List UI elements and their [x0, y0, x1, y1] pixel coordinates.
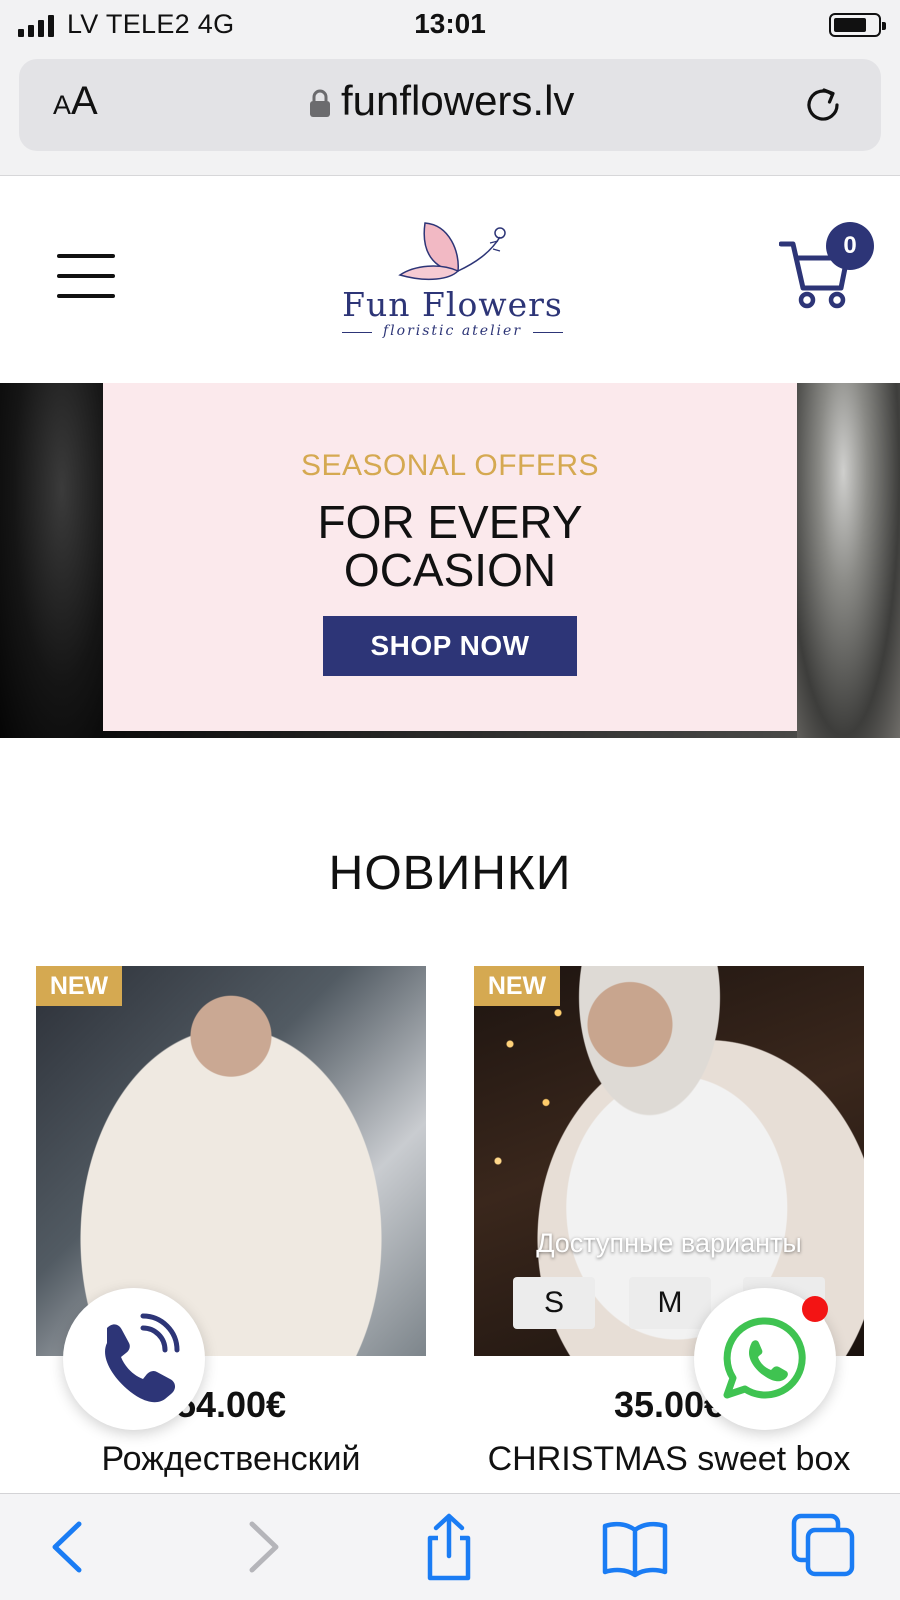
url-text: funflowers.lv [341, 77, 575, 124]
share-icon[interactable] [414, 1512, 484, 1582]
hero-card: SEASONAL OFFERS FOR EVERY OCASION SHOP N… [103, 383, 797, 731]
text-size-button[interactable]: AA [53, 79, 98, 124]
logo-title: Fun Flowers [342, 285, 563, 324]
hero-eyebrow: SEASONAL OFFERS [300, 449, 600, 482]
variants-label: Доступные варианты [536, 1228, 802, 1258]
notification-dot [802, 1296, 828, 1322]
hero-banner: SEASONAL OFFERS FOR EVERY OCASION SHOP N… [0, 383, 900, 738]
new-badge: NEW [36, 966, 122, 1006]
battery-icon [829, 13, 886, 37]
call-button[interactable] [63, 1288, 205, 1430]
product-name[interactable]: Рождественский [36, 1440, 426, 1479]
status-bar: LV TELE2 4G 13:01 [0, 0, 900, 52]
variant-s-button[interactable]: S [513, 1277, 595, 1329]
shop-now-button[interactable]: SHOP NOW [323, 616, 577, 676]
site-header: Fun Flowers floristic atelier 0 [0, 177, 900, 383]
hero-title: FOR EVERY OCASION [317, 496, 583, 596]
hero-photo-right [797, 383, 900, 738]
product-name[interactable]: CHRISTMAS sweet box [474, 1440, 864, 1479]
status-time: 13:01 [414, 8, 486, 39]
browser-address-bar: AA funflowers.lv [0, 52, 900, 176]
phone-icon [105, 1313, 180, 1403]
reload-icon[interactable] [801, 83, 845, 127]
hero-photo-left [0, 383, 103, 738]
back-icon[interactable] [33, 1512, 103, 1582]
logo-subtitle: floristic atelier [340, 323, 565, 339]
bookmarks-icon[interactable] [600, 1512, 670, 1582]
browser-toolbar [0, 1493, 900, 1600]
forward-icon[interactable] [228, 1512, 298, 1582]
butterfly-logo-icon [398, 222, 506, 281]
lock-icon [310, 89, 330, 117]
site-logo[interactable]: Fun Flowers floristic atelier [340, 213, 565, 343]
section-title-new: НОВИНКИ [328, 847, 572, 900]
tabs-icon[interactable] [790, 1512, 860, 1582]
menu-icon[interactable] [57, 254, 115, 298]
cart-count-badge[interactable]: 0 [826, 222, 874, 270]
new-badge: NEW [474, 966, 560, 1006]
url-field[interactable]: AA funflowers.lv [19, 59, 881, 151]
